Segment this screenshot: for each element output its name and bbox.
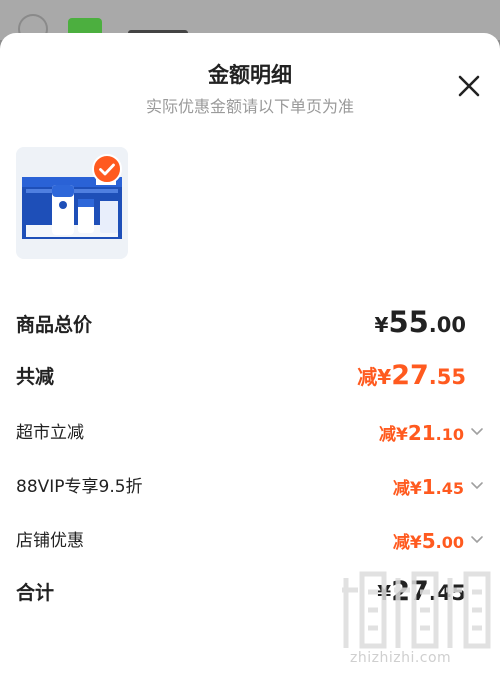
- sheet-title: 金额明细: [208, 63, 292, 87]
- total-discount-value: 减¥27.55: [357, 360, 466, 391]
- close-icon[interactable]: [452, 69, 486, 103]
- grand-total-label: 合计: [16, 582, 55, 604]
- chevron-down-icon[interactable]: [470, 535, 484, 545]
- total-discount-label: 共减: [16, 366, 55, 388]
- discount-item-label: 88VIP专享9.5折: [16, 477, 143, 497]
- total-price-value: ¥55.00: [374, 305, 466, 339]
- chevron-down-icon[interactable]: [470, 427, 484, 437]
- watermark-text: zhizhizhi.com: [350, 650, 452, 666]
- discount-item-value: 减¥5.00: [392, 529, 464, 553]
- total-discount-row: 共减 减¥27.55: [16, 359, 484, 395]
- discount-item-row[interactable]: 88VIP专享9.5折 减¥1.45: [16, 467, 484, 503]
- discount-item-label: 超市立减: [16, 423, 84, 443]
- discount-item-row[interactable]: 店铺优惠 减¥5.00: [16, 521, 484, 557]
- sheet-subtitle: 实际优惠金额请以下单页为准: [145, 97, 354, 116]
- discount-item-label: 店铺优惠: [16, 531, 84, 551]
- discount-item-row[interactable]: 超市立减 减¥21.10: [16, 413, 484, 449]
- chevron-down-icon[interactable]: [470, 481, 484, 491]
- check-badge-icon[interactable]: [92, 154, 122, 184]
- discount-item-value: 减¥21.10: [378, 421, 464, 445]
- discount-item-value: 减¥1.45: [392, 475, 464, 499]
- total-price-row: 商品总价 ¥55.00: [16, 305, 484, 343]
- total-price-label: 商品总价: [16, 314, 93, 336]
